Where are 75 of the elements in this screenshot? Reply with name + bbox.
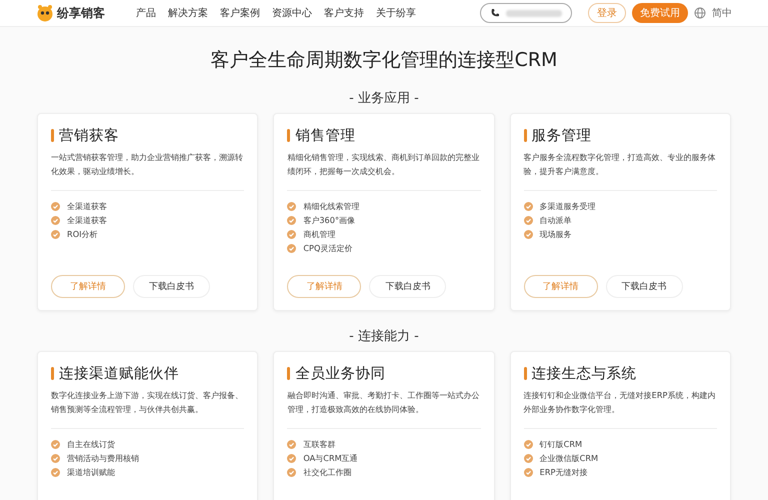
check-icon: [287, 216, 296, 224]
check-icon: [524, 230, 533, 238]
card-description: 数字化连接业务上游下游，实现在线订货、客户报备、销售预测等全流程管理，与伙伴共创共赢。: [51, 389, 244, 416]
download-button[interactable]: 下载白皮书: [133, 275, 210, 298]
phone-icon: [490, 8, 500, 18]
download-button[interactable]: 下载白皮书: [369, 275, 446, 298]
accent-bar: [287, 367, 290, 380]
blurred-number: [506, 10, 562, 16]
feature-text: 渠道培训赋能: [67, 466, 115, 478]
feature-text: 企业微信版CRM: [540, 452, 598, 464]
feature-text: 自主在线订货: [67, 438, 115, 450]
check-icon: [51, 230, 60, 238]
nav-link[interactable]: 客户案例: [220, 6, 260, 20]
feature-text: 营销活动与费用核销: [67, 452, 139, 464]
feature-text: 多渠道服务受理: [540, 200, 596, 212]
accent-bar: [524, 129, 527, 142]
card-description: 融合即时沟通、审批、考勤打卡、工作圈等一站式办公管理，打造极致高效的在线协同体验。: [287, 389, 480, 416]
phone-pill[interactable]: [480, 3, 572, 23]
check-icon: [51, 454, 60, 462]
accent-bar: [51, 367, 54, 380]
feature-text: 自动派单: [540, 214, 572, 226]
check-icon: [287, 454, 296, 462]
check-icon: [287, 202, 296, 210]
card-title: 连接渠道赋能伙伴: [59, 365, 179, 383]
feature-text: ROI分析: [67, 228, 98, 240]
check-icon: [287, 468, 296, 476]
feature-text: 现场服务: [540, 228, 572, 240]
feature-text: CPQ灵活定价: [303, 242, 352, 254]
accent-bar: [51, 129, 54, 142]
nav-link[interactable]: 关于纷享: [376, 6, 416, 20]
feature-text: 社交化工作圈: [303, 466, 352, 478]
card-description: 一站式营销获客管理，助力企业营销推广获客，溯源转化效果，驱动业绩增长。: [51, 151, 244, 178]
feature-text: 客户360°画像: [303, 214, 356, 226]
card-description: 客户服务全流程数字化管理，打造高效、专业的服务体验，提升客户满意度。: [524, 151, 717, 178]
card-title: 销售管理: [295, 127, 356, 145]
nav-link[interactable]: 解决方案: [168, 6, 208, 20]
check-icon: [51, 440, 60, 448]
check-icon: [524, 468, 533, 476]
download-button[interactable]: 下载白皮书: [606, 275, 683, 298]
card-description: 精细化销售管理，实现线索、商机到订单回款的完整业绩闭环，把握每一次成交机会。: [287, 151, 480, 178]
globe-icon[interactable]: [694, 7, 706, 19]
accent-bar: [287, 129, 290, 142]
nav-link[interactable]: 资源中心: [272, 6, 312, 20]
section-title: - 业务应用 -: [348, 90, 420, 107]
feature-text: 全渠道获客: [67, 214, 107, 226]
logo-icon: [36, 4, 54, 22]
check-icon: [287, 440, 296, 448]
card-title: 服务管理: [532, 127, 592, 145]
check-icon: [524, 454, 533, 462]
check-icon: [51, 216, 60, 224]
feature-text: 钉钉版CRM: [540, 438, 582, 450]
feature-text: 商机管理: [303, 228, 336, 240]
language-label[interactable]: 简中: [712, 6, 732, 20]
accent-bar: [524, 367, 527, 380]
check-icon: [524, 202, 533, 210]
page-headline: 客户全生命周期数字化管理的连接型CRM: [210, 48, 558, 73]
check-icon: [51, 202, 60, 210]
card-description: 连接钉钉和企业微信平台，无缝对接ERP系统，构建内外部业务协作数字化管理。: [524, 389, 716, 416]
check-icon: [524, 216, 533, 224]
feature-text: OA与CRM互通: [303, 452, 358, 464]
nav-link[interactable]: 产品: [136, 6, 156, 20]
check-icon: [51, 468, 60, 476]
check-icon: [287, 244, 296, 252]
check-icon: [524, 440, 533, 448]
brand-logo[interactable]: 纷享销客: [57, 4, 105, 22]
feature-text: 精细化线索管理: [303, 200, 360, 212]
feature-text: 全渠道获客: [67, 200, 107, 212]
check-icon: [287, 230, 296, 238]
feature-text: ERP无缝对接: [540, 466, 588, 478]
card-title: 连接生态与系统: [532, 365, 637, 383]
card-title: 营销获客: [59, 126, 119, 145]
nav-link[interactable]: 客户支持: [324, 6, 364, 20]
feature-text: 互联客群: [303, 438, 336, 450]
card-title: 全员业务协同: [295, 365, 386, 383]
section-title: - 连接能力 -: [348, 328, 420, 345]
